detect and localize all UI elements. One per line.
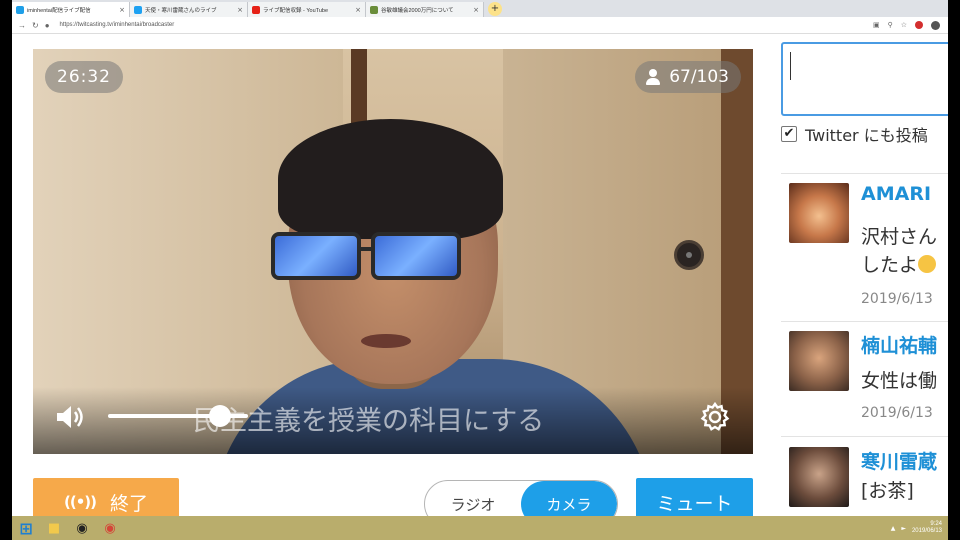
tab-close-icon[interactable]: × [355, 6, 361, 14]
comment-avatar[interactable] [789, 447, 849, 507]
twitcasting-favicon-icon [16, 5, 24, 14]
bookmark-star-icon[interactable]: ☆ [901, 21, 907, 29]
comment-text: したよ [861, 251, 937, 279]
comment-input[interactable] [781, 42, 948, 116]
browser-tab-strip: iminhentai配信ライブ配信 × 天使・寒川雷蔵さんのライブ × ライブ配… [12, 0, 948, 17]
comment-text: 沢村さん [861, 226, 938, 248]
comment-divider [781, 436, 948, 437]
comment-date: 2019/6/13 [861, 405, 933, 421]
file-explorer-icon[interactable]: ■ [44, 519, 64, 537]
video-glasses-bridge [359, 247, 373, 251]
tab-broadcaster[interactable]: iminhentai配信ライブ配信 × [12, 2, 130, 17]
news-favicon-icon [370, 5, 378, 14]
video-glasses-left [271, 232, 361, 280]
profile-avatar[interactable] [931, 20, 940, 30]
tray-volume-icon[interactable]: ► [901, 525, 906, 532]
viewer-count: 67/103 [635, 61, 741, 93]
comment-avatar[interactable] [789, 183, 849, 243]
comment-item: AMARI 沢村さん したよ 2019/6/13 [789, 183, 948, 313]
twitter-post-option: ✔ Twitter にも投稿 [781, 122, 928, 146]
tray-network-icon[interactable]: ▲ [891, 525, 896, 532]
tab-twitter[interactable]: 天使・寒川雷蔵さんのライブ × [130, 2, 248, 17]
comment-author[interactable]: 寒川雷蔵 [861, 447, 937, 474]
gear-icon[interactable] [699, 401, 731, 433]
end-broadcast-label: 終了 [110, 492, 149, 515]
broadcast-icon: ((•)) [63, 493, 97, 511]
windows-start-icon[interactable]: ⊞ [16, 519, 36, 538]
new-tab-button[interactable]: + [488, 2, 502, 16]
comment-divider [781, 173, 948, 174]
broadcast-timer: 26:32 [45, 61, 123, 93]
extension-icon[interactable] [915, 21, 923, 29]
chrome-icon[interactable]: ◉ [100, 519, 120, 537]
zoom-icon[interactable]: ⚲ [888, 21, 893, 29]
address-bar[interactable]: https://twitcasting.tv/iminhentai/broadc… [60, 22, 175, 28]
video-person-mouth [361, 334, 411, 348]
video-glasses-right [371, 232, 461, 280]
smile-emoji-icon [918, 255, 937, 273]
twitter-favicon-icon [134, 5, 142, 14]
video-preview[interactable]: 26:32 67/103 民主主義を授業の科目にする [33, 49, 753, 454]
cast-icon[interactable]: ▣ [873, 21, 880, 29]
comment-item: 寒川雷蔵 [お茶] [789, 447, 948, 517]
tab-close-icon[interactable]: × [473, 6, 479, 14]
taskbar-clock[interactable]: 9:24 2019/06/13 [912, 521, 942, 535]
comment-avatar[interactable] [789, 331, 849, 391]
tab-title: 天使・寒川雷蔵さんのライブ [145, 7, 217, 14]
tab-title: iminhentai配信ライブ配信 [27, 7, 91, 14]
comment-text-line: したよ [861, 254, 919, 276]
system-tray: ▲ ► 9:24 2019/06/13 [891, 521, 948, 535]
twitter-post-label: Twitter にも投稿 [805, 126, 928, 145]
comment-divider [781, 321, 948, 322]
comment-author[interactable]: AMARI [861, 183, 931, 205]
viewer-count-value: 67/103 [669, 67, 729, 87]
tab-news[interactable]: 谷敏雄議会2000万円について × [366, 2, 484, 17]
toolbar-actions: ▣ ⚲ ☆ [873, 20, 948, 30]
comment-author[interactable]: 楠山祐輔 [861, 331, 937, 358]
video-person-hair [278, 119, 503, 239]
screen: iminhentai配信ライブ配信 × 天使・寒川雷蔵さんのライブ × ライブ配… [12, 0, 948, 540]
twitter-post-checkbox[interactable]: ✔ [781, 126, 797, 142]
youtube-favicon-icon [252, 5, 260, 14]
browser-toolbar: → ↻ ● https://twitcasting.tv/iminhentai/… [12, 17, 948, 34]
tab-title: 谷敏雄議会2000万円について [381, 7, 454, 14]
obs-icon[interactable]: ◉ [72, 519, 92, 537]
tab-close-icon[interactable]: × [119, 6, 125, 14]
comment-date: 2019/6/13 [861, 291, 933, 307]
tab-close-icon[interactable]: × [237, 6, 243, 14]
comment-text: [お茶] [861, 480, 914, 502]
comment-text: 女性は働 [861, 370, 938, 392]
comment-item: 楠山祐輔 女性は働 2019/6/13 [789, 331, 948, 426]
tab-title: ライブ配信収録 - YouTube [263, 7, 329, 14]
lock-icon: ● [44, 20, 50, 30]
speaker-icon[interactable] [55, 403, 87, 431]
person-icon [645, 69, 661, 85]
clock-date: 2019/06/13 [911, 528, 942, 534]
tab-youtube[interactable]: ライブ配信収録 - YouTube × [248, 2, 366, 17]
reload-icon[interactable]: ↻ [32, 21, 39, 30]
video-door-knob [674, 240, 704, 270]
broadcast-caption: 民主主義を授業の科目にする [193, 406, 545, 437]
forward-arrow-icon[interactable]: → [18, 21, 26, 30]
windows-taskbar: ⊞ ■ ◉ ◉ ▲ ► 9:24 2019/06/13 [12, 516, 948, 540]
clock-time: 9:24 [930, 521, 942, 527]
